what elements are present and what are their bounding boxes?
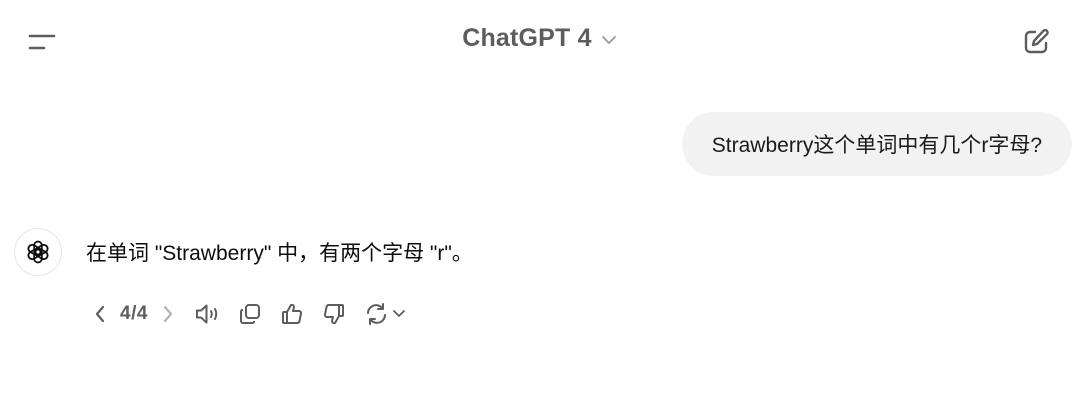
assistant-avatar — [14, 228, 62, 276]
user-message-bubble: Strawberry这个单词中有几个r字母? — [681, 112, 1072, 176]
thumbs-down-icon — [322, 302, 346, 326]
regenerate-button[interactable] — [360, 296, 410, 332]
new-chat-icon — [1021, 27, 1051, 57]
assistant-message-text: 在单词 "Strawberry" 中，有两个字母 "r"。 — [86, 242, 473, 265]
bad-response-button[interactable] — [318, 296, 350, 332]
openai-logo-icon — [24, 238, 52, 266]
read-aloud-button[interactable] — [192, 296, 224, 332]
model-title: ChatGPT 4 — [462, 24, 592, 52]
top-bar: ChatGPT 4 — [0, 0, 1080, 84]
chevron-left-icon — [94, 305, 106, 323]
chevron-right-icon — [162, 305, 174, 323]
thumbs-up-icon — [280, 302, 304, 326]
new-chat-button[interactable] — [1014, 22, 1058, 62]
chat-app: ChatGPT 4 Strawberry这个单词中有几个r字母? 在单词 "St… — [0, 0, 1080, 407]
assistant-message: 在单词 "Strawberry" 中，有两个字母 "r"。 — [14, 228, 473, 276]
previous-response-button[interactable] — [88, 296, 112, 332]
model-selector[interactable]: ChatGPT 4 — [0, 24, 1080, 53]
response-pager: 4/4 — [120, 303, 148, 324]
copy-button[interactable] — [234, 296, 266, 332]
user-message-text: Strawberry这个单词中有几个r字母? — [711, 134, 1042, 157]
next-response-button[interactable] — [156, 296, 180, 332]
speaker-icon — [194, 302, 222, 326]
chevron-down-icon — [392, 309, 406, 319]
chevron-down-icon — [600, 31, 618, 49]
regenerate-icon — [364, 302, 390, 326]
copy-icon — [238, 302, 262, 326]
message-actions-toolbar: 4/4 — [88, 296, 410, 332]
good-response-button[interactable] — [276, 296, 308, 332]
